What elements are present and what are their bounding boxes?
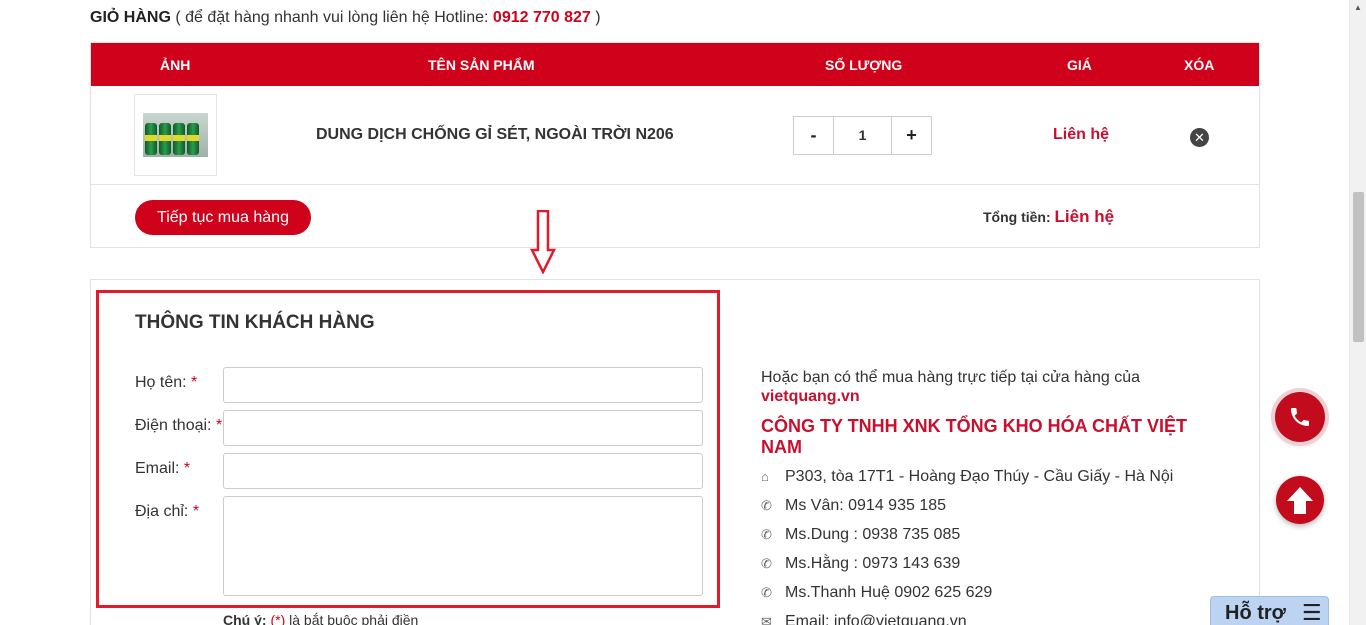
column-header-remove: XÓA <box>1184 57 1215 73</box>
email-input[interactable] <box>223 453 703 489</box>
phone-icon: ✆ <box>761 526 772 542</box>
store-intro: Hoặc bạn có thể mua hàng trực tiếp tại c… <box>761 369 1140 386</box>
support-label: Hỗ trợ <box>1225 601 1286 624</box>
scroll-up-icon[interactable]: ▲ <box>1354 3 1362 12</box>
customer-info-title: THÔNG TIN KHÁCH HÀNG <box>135 312 375 333</box>
cart-total: Tổng tiền: Liên hệ <box>983 207 1114 227</box>
product-thumbnail[interactable] <box>134 94 217 176</box>
quantity-decrease-button[interactable]: - <box>794 117 833 154</box>
page-scrollbar[interactable]: ▲ <box>1349 0 1366 625</box>
email-label: Email: * <box>135 460 191 477</box>
contact-phone-3: ✆ Ms.Hằng : 0973 143 639 <box>761 554 961 572</box>
menu-icon: ☰ <box>1301 600 1322 625</box>
name-label: Họ tên: * <box>135 374 198 391</box>
phone-icon: ✆ <box>761 584 772 600</box>
remove-item-icon[interactable]: ✕ <box>1190 128 1209 147</box>
column-header-price: GIÁ <box>1067 57 1092 73</box>
quantity-stepper: - 1 + <box>793 116 932 155</box>
cart-title: GIỎ HÀNG <box>90 9 171 26</box>
store-info: Hoặc bạn có thể mua hàng trực tiếp tại c… <box>761 368 1221 625</box>
column-header-quantity: SỐ LƯỢNG <box>825 57 903 73</box>
cart-subtitle-end: ) <box>595 9 601 26</box>
scroll-to-top-button[interactable] <box>1276 476 1324 524</box>
item-price: Liên hệ <box>1053 126 1110 143</box>
call-button[interactable] <box>1275 392 1325 442</box>
contact-phone-1: ✆ Ms Vân: 0914 935 185 <box>761 496 947 514</box>
address-label: Địa chỉ: * <box>135 503 200 520</box>
support-widget[interactable]: Hỗ trợ ☰ <box>1210 596 1329 625</box>
phone-icon: ✆ <box>761 555 772 571</box>
quantity-input[interactable]: 1 <box>833 117 892 154</box>
contact-email: ✉ Email: info@vietquang.vn <box>761 611 1221 625</box>
company-name: CÔNG TY TNHH XNK TỔNG KHO HÓA CHẤT VIỆT … <box>761 416 1188 457</box>
required-note: Chú ý: (*) là bắt buộc phải điền <box>223 612 419 625</box>
name-input[interactable] <box>223 367 703 403</box>
product-name[interactable]: DUNG DỊCH CHỐNG GỈ SÉT, NGOÀI TRỜI N206 <box>316 126 674 144</box>
address-textarea[interactable] <box>223 496 703 596</box>
cart-table-header: ẢNH TÊN SẢN PHẨM SỐ LƯỢNG GIÁ XÓA <box>91 43 1259 86</box>
total-value: Liên hệ <box>1054 207 1115 226</box>
cart-subtitle: ( để đặt hàng nhanh vui lòng liên hệ Hot… <box>175 9 489 26</box>
contact-phone-4: ✆ Ms.Thanh Huệ 0902 625 629 <box>761 583 993 601</box>
phone-input[interactable] <box>223 410 703 446</box>
cart-heading: GIỎ HÀNG ( để đặt hàng nhanh vui lòng li… <box>90 9 601 27</box>
phone-icon: ✆ <box>761 497 772 513</box>
column-header-image: ẢNH <box>160 57 191 73</box>
phone-icon <box>1291 408 1309 426</box>
quantity-increase-button[interactable]: + <box>892 117 931 154</box>
annotation-arrow-down-icon <box>530 210 556 274</box>
total-label: Tổng tiền: <box>983 209 1051 225</box>
cart-item-row: DUNG DỊCH CHỐNG GỈ SÉT, NGOÀI TRỜI N206 … <box>91 86 1259 185</box>
home-icon: ⌂ <box>761 469 769 484</box>
phone-label: Điện thoại: * <box>135 417 223 434</box>
contact-address: ⌂ P303, tòa 17T1 - Hoàng Đạo Thúy - Cầu G… <box>761 467 1174 485</box>
store-link[interactable]: vietquang.vn <box>761 388 1221 406</box>
product-image <box>143 113 208 157</box>
continue-shopping-button[interactable]: Tiếp tục mua hàng <box>135 200 311 235</box>
scrollbar-thumb[interactable] <box>1353 192 1364 342</box>
hotline-number[interactable]: 0912 770 827 <box>493 9 591 26</box>
column-header-product-name: TÊN SẢN PHẨM <box>428 57 535 73</box>
arrow-up-icon <box>1287 487 1313 514</box>
envelope-icon: ✉ <box>761 613 772 625</box>
cart-table: ẢNH TÊN SẢN PHẨM SỐ LƯỢNG GIÁ XÓA DUNG D… <box>90 42 1260 248</box>
contact-phone-2: ✆ Ms.Dung : 0938 735 085 <box>761 525 961 543</box>
cart-footer: Tiếp tục mua hàng Tổng tiền: Liên hệ <box>91 185 1259 247</box>
